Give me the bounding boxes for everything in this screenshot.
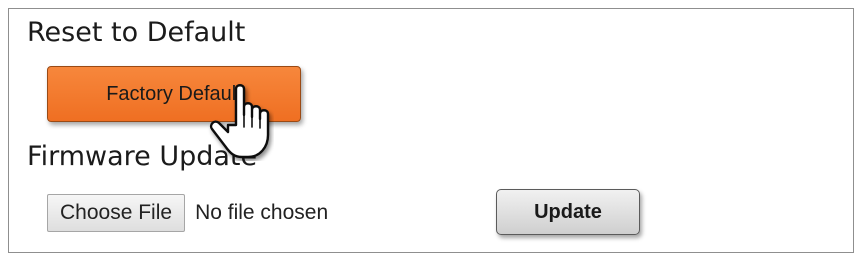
settings-panel: Reset to Default Factory Default Firmwar… [8, 8, 854, 253]
firmware-section-title: Firmware Update [27, 141, 258, 172]
update-button[interactable]: Update [496, 189, 640, 235]
factory-default-button[interactable]: Factory Default [47, 66, 301, 122]
file-input[interactable]: Choose File No file chosen [47, 194, 328, 232]
choose-file-button[interactable]: Choose File [47, 194, 186, 232]
reset-section-title: Reset to Default [27, 17, 246, 48]
file-status-text: No file chosen [195, 201, 329, 224]
